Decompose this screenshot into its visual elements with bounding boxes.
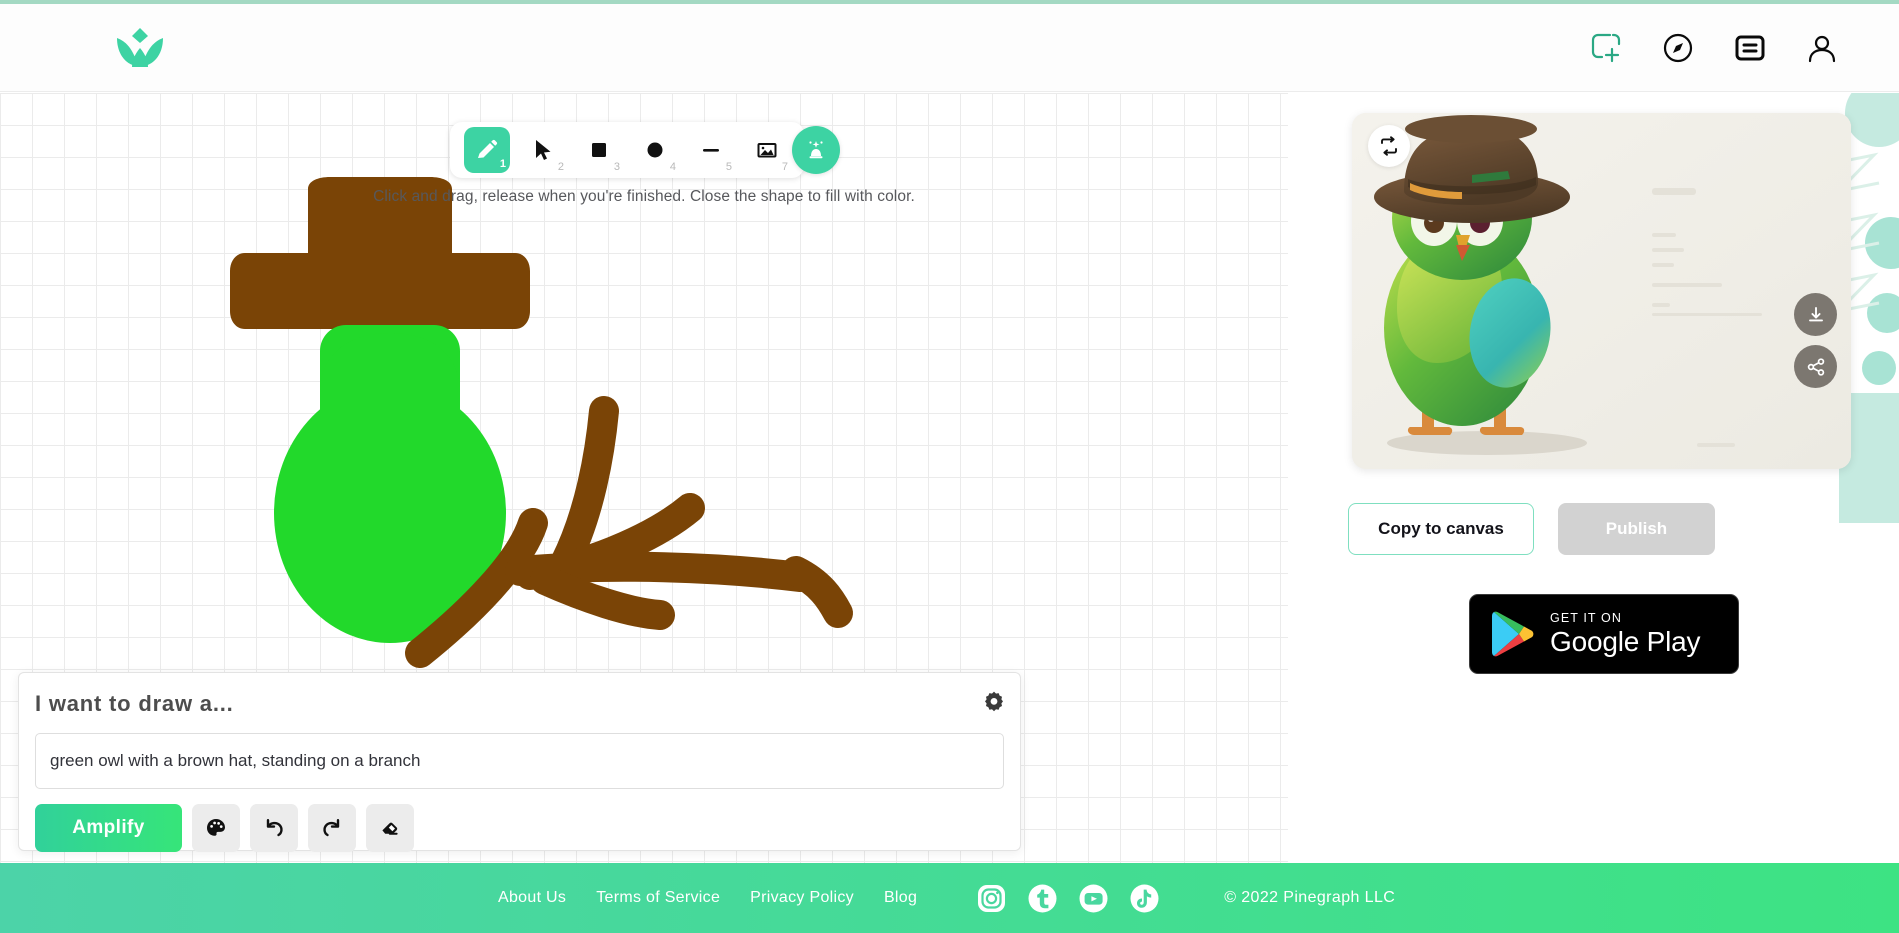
amplify-button[interactable]: Amplify <box>35 804 182 852</box>
palette-icon <box>205 817 227 839</box>
prompt-input[interactable] <box>35 733 1004 789</box>
line-icon <box>698 137 724 163</box>
tool-number: 2 <box>558 162 564 173</box>
download-button[interactable] <box>1794 293 1837 336</box>
publish-button[interactable]: Publish <box>1558 503 1715 555</box>
generated-image-card[interactable] <box>1352 113 1851 469</box>
tool-circle[interactable]: 4 <box>632 127 678 173</box>
magic-lamp-icon[interactable] <box>792 126 840 174</box>
tool-select[interactable]: 2 <box>520 127 566 173</box>
copy-to-canvas-button[interactable]: Copy to canvas <box>1348 503 1534 555</box>
share-icon <box>1806 357 1826 377</box>
footer-copyright: © 2022 Pinegraph LLC <box>1224 889 1395 907</box>
header-actions <box>1589 31 1839 65</box>
share-button[interactable] <box>1794 345 1837 388</box>
download-icon <box>1806 305 1826 325</box>
google-play-small-text: GET IT ON <box>1550 612 1700 625</box>
tool-line[interactable]: 5 <box>688 127 734 173</box>
prompt-panel: I want to draw a... Amplify <box>18 672 1021 851</box>
tool-number: 3 <box>614 162 620 173</box>
eraser-button[interactable] <box>366 804 414 852</box>
drawing-toolbar: 1 2 3 4 5 <box>450 122 804 178</box>
pinegraph-leaf-logo[interactable] <box>110 22 170 74</box>
instagram-icon[interactable] <box>977 884 1006 913</box>
regenerate-button[interactable] <box>1368 125 1410 167</box>
canvas-hint-text: Click and drag, release when you're fini… <box>0 188 1288 206</box>
menu-panel-icon[interactable] <box>1733 31 1767 65</box>
app-root: 1 2 3 4 5 <box>0 0 1899 933</box>
tiktok-icon[interactable] <box>1130 884 1159 913</box>
result-actions: Copy to canvas Publish <box>1348 503 1715 555</box>
palette-button[interactable] <box>192 804 240 852</box>
tool-square[interactable]: 3 <box>576 127 622 173</box>
youtube-icon[interactable] <box>1079 884 1108 913</box>
undo-button[interactable] <box>250 804 298 852</box>
user-profile-icon[interactable] <box>1805 31 1839 65</box>
result-panel: Copy to canvas Publish <box>1288 93 1899 863</box>
circle-icon <box>642 137 668 163</box>
tool-number: 1 <box>500 159 506 170</box>
prompt-title: I want to draw a... <box>35 691 234 717</box>
tumblr-icon[interactable] <box>1028 884 1057 913</box>
google-play-icon <box>1490 609 1536 659</box>
tool-pencil[interactable]: 1 <box>464 127 510 173</box>
tool-number: 4 <box>670 162 676 173</box>
pencil-icon <box>474 137 500 163</box>
google-play-badge[interactable]: GET IT ON Google Play <box>1469 594 1739 674</box>
gear-icon[interactable] <box>982 689 1006 713</box>
square-icon <box>586 137 612 163</box>
tool-number: 5 <box>726 162 732 173</box>
repeat-icon <box>1379 136 1399 156</box>
footer-link-blog[interactable]: Blog <box>884 889 917 907</box>
footer-social <box>977 884 1159 913</box>
prompt-actions: Amplify <box>35 804 414 852</box>
compass-explore-icon[interactable] <box>1661 31 1695 65</box>
generated-owl-image <box>1352 113 1851 469</box>
app-footer: About Us Terms of Service Privacy Policy… <box>0 863 1899 933</box>
tool-image[interactable]: 7 <box>744 127 790 173</box>
footer-link-about-us[interactable]: About Us <box>498 889 566 907</box>
eraser-icon <box>379 817 401 839</box>
image-icon <box>754 137 780 163</box>
google-play-text: GET IT ON Google Play <box>1550 612 1700 657</box>
footer-link-privacy[interactable]: Privacy Policy <box>750 889 854 907</box>
redo-icon <box>321 817 343 839</box>
cursor-icon <box>530 137 556 163</box>
footer-links: About Us Terms of Service Privacy Policy… <box>498 889 917 907</box>
undo-icon <box>263 817 285 839</box>
app-header <box>0 4 1899 92</box>
new-canvas-icon[interactable] <box>1589 31 1623 65</box>
redo-button[interactable] <box>308 804 356 852</box>
footer-link-terms[interactable]: Terms of Service <box>596 889 720 907</box>
google-play-big-text: Google Play <box>1550 628 1700 656</box>
tool-number: 7 <box>782 162 788 173</box>
